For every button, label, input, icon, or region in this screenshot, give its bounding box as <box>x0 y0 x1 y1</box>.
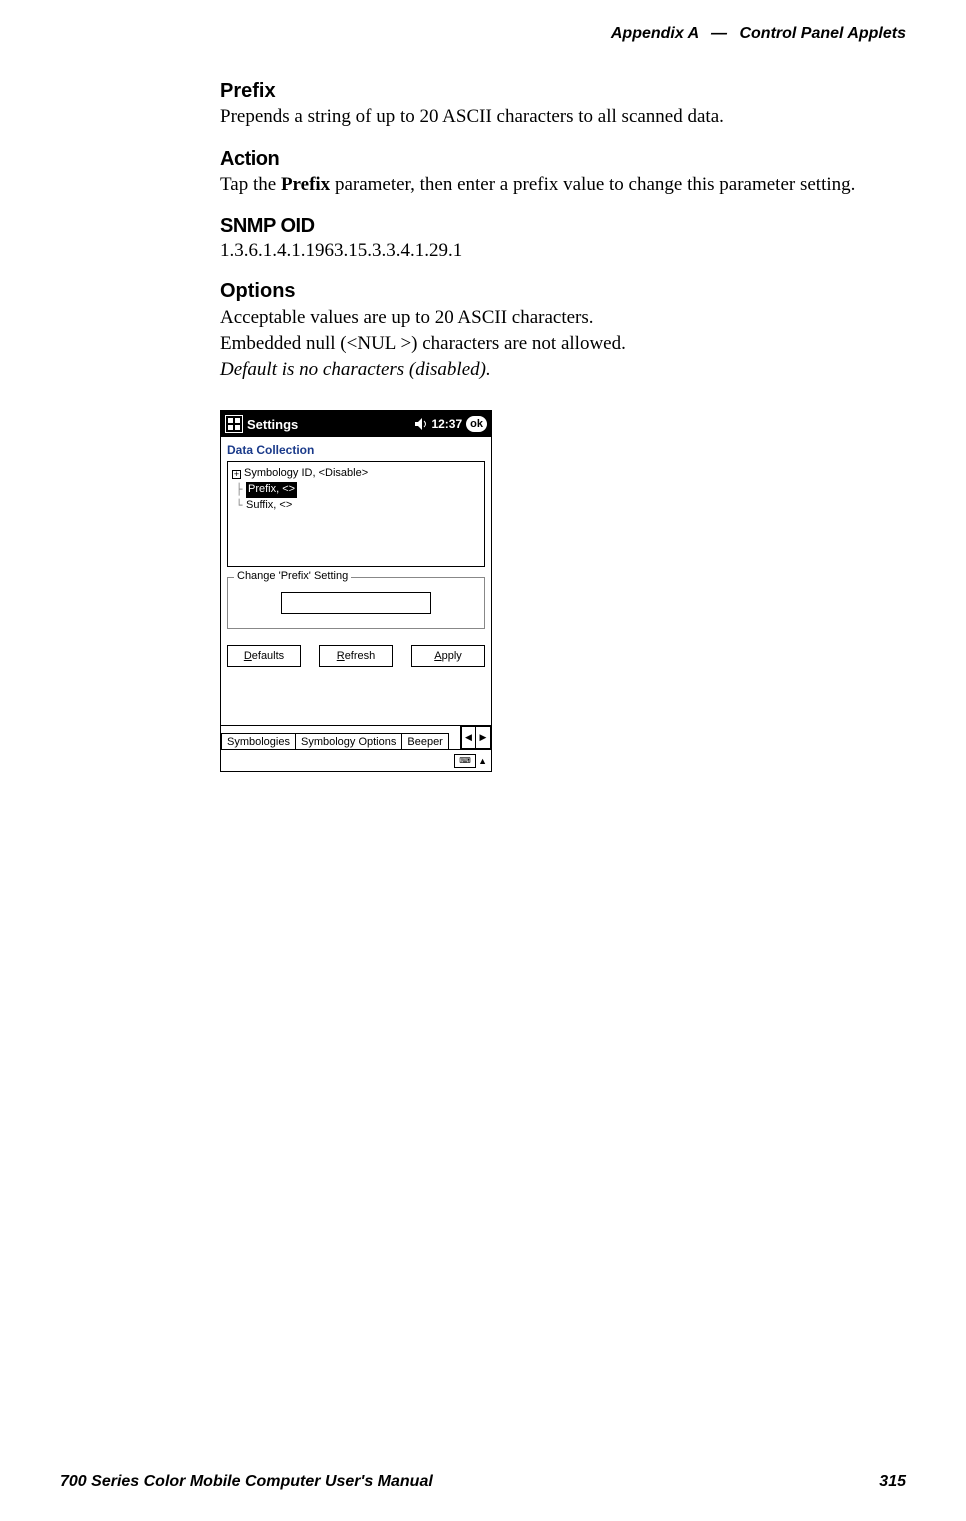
tab-scroll-left-icon[interactable]: ◀ <box>461 726 476 749</box>
footer-page-number: 315 <box>879 1473 906 1491</box>
keyboard-icon[interactable]: ⌨ <box>454 754 476 768</box>
applet-title: Data Collection <box>221 437 491 461</box>
page-footer: 700 Series Color Mobile Computer User's … <box>60 1473 906 1491</box>
tree-view[interactable]: + Symbology ID, <Disable> ├ Prefix, <> └… <box>227 461 485 567</box>
tree-item-symbology-id[interactable]: + Symbology ID, <Disable> <box>232 466 480 482</box>
prefix-input[interactable] <box>281 592 431 614</box>
footer-manual-title: 700 Series Color Mobile Computer User's … <box>60 1473 433 1491</box>
tree-item-label: Symbology ID, <Disable> <box>244 466 368 482</box>
tab-symbology-options[interactable]: Symbology Options <box>295 733 402 749</box>
snmp-heading: SNMP OID <box>220 215 900 238</box>
header-title: Control Panel Applets <box>739 25 906 42</box>
action-heading: Action <box>220 148 900 171</box>
action-body: Tap the Prefix parameter, then enter a p… <box>220 173 900 198</box>
prefix-heading: Prefix <box>220 80 900 103</box>
tab-beeper[interactable]: Beeper <box>401 733 448 749</box>
page-header: Appendix A — Control Panel Applets <box>611 25 906 43</box>
appendix-label: Appendix A <box>611 25 699 42</box>
titlebar: Settings 12:37 ok <box>221 411 491 437</box>
change-setting-legend: Change 'Prefix' Setting <box>234 570 351 582</box>
tab-bar: Symbologies Symbology Options Beeper ◀ ▶ <box>221 725 491 749</box>
page-content: Prefix Prepends a string of up to 20 ASC… <box>220 80 900 772</box>
device-screenshot: Settings 12:37 ok Data Collection + Symb… <box>220 410 492 772</box>
titlebar-time: 12:37 <box>431 417 462 431</box>
action-body-pre: Tap the <box>220 174 281 195</box>
apply-button[interactable]: Apply <box>411 645 485 667</box>
refresh-button[interactable]: Refresh <box>319 645 393 667</box>
tree-item-prefix[interactable]: ├ Prefix, <> <box>232 482 480 498</box>
tree-item-label: Suffix, <> <box>246 498 292 514</box>
tree-connector-icon: └ <box>232 498 246 514</box>
tree-item-suffix[interactable]: └ Suffix, <> <box>232 498 480 514</box>
tab-scroll-right-icon[interactable]: ▶ <box>476 726 491 749</box>
options-body: Acceptable values are up to 20 ASCII cha… <box>220 305 900 382</box>
action-body-post: parameter, then enter a prefix value to … <box>330 174 855 195</box>
tab-symbologies[interactable]: Symbologies <box>221 733 296 749</box>
titlebar-app: Settings <box>247 417 298 432</box>
keyboard-up-icon[interactable]: ▲ <box>478 756 487 766</box>
button-row: Defaults Refresh Apply <box>227 645 485 667</box>
action-body-bold: Prefix <box>281 174 330 195</box>
prefix-body: Prepends a string of up to 20 ASCII char… <box>220 105 900 130</box>
defaults-button[interactable]: Defaults <box>227 645 301 667</box>
options-line2: Embedded null (<NUL >) characters are no… <box>220 331 900 357</box>
ok-button[interactable]: ok <box>466 416 487 432</box>
tab-scroll: ◀ ▶ <box>460 726 491 749</box>
change-setting-group: Change 'Prefix' Setting <box>227 577 485 629</box>
tree-expand-icon[interactable]: + <box>232 470 241 479</box>
bottom-bar: ⌨ ▲ <box>221 749 491 771</box>
options-line3: Default is no characters (disabled). <box>220 357 900 383</box>
speaker-icon[interactable] <box>415 418 429 430</box>
tree-item-label-selected: Prefix, <> <box>246 482 297 498</box>
options-line1: Acceptable values are up to 20 ASCII cha… <box>220 305 900 331</box>
tree-connector-icon: ├ <box>232 482 246 498</box>
start-icon[interactable] <box>225 415 243 433</box>
options-heading: Options <box>220 280 900 303</box>
header-dash: — <box>711 25 727 42</box>
snmp-value: 1.3.6.1.4.1.1963.15.3.3.4.1.29.1 <box>220 240 900 262</box>
